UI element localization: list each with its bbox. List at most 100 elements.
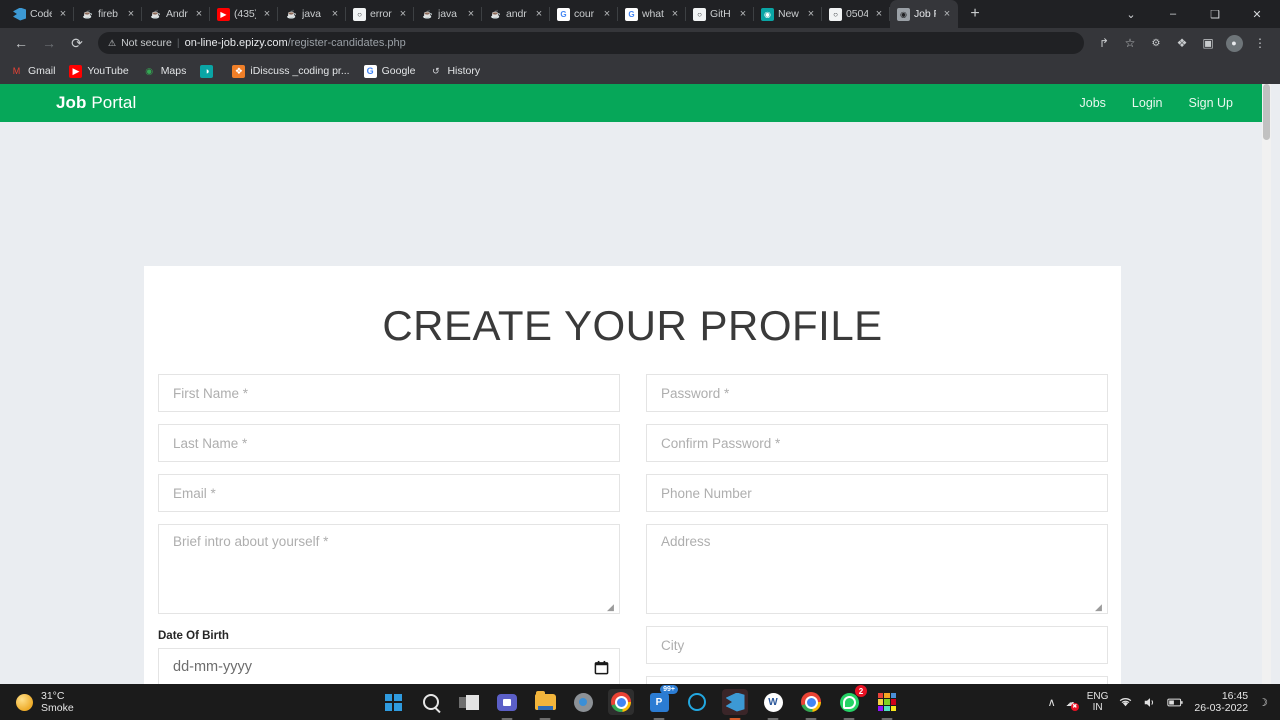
browser-tab[interactable]: Code × — [6, 0, 74, 28]
language-indicator[interactable]: ENG IN — [1087, 691, 1109, 713]
address-bar[interactable]: ⚠ Not secure | on-line-job.epizy.com/reg… — [98, 32, 1084, 54]
bookmark-google[interactable]: G Google — [363, 64, 415, 78]
bookmark-idiscuss[interactable]: ❖ iDiscuss _coding pr... — [232, 64, 350, 78]
browser-tab-active[interactable]: ◉ Job P × — [890, 0, 958, 28]
tab-close-icon[interactable]: × — [532, 7, 546, 21]
nav-link-login[interactable]: Login — [1132, 96, 1163, 110]
tab-close-icon[interactable]: × — [192, 7, 206, 21]
tray-expand-icon[interactable]: ∧ — [1048, 696, 1056, 709]
browser-menu-icon[interactable]: ⋮ — [1248, 31, 1272, 55]
photos-app[interactable] — [874, 689, 900, 715]
settings-app[interactable] — [570, 689, 596, 715]
browser-tab[interactable]: G what × — [618, 0, 686, 28]
browser-tab[interactable]: ○ 0504 × — [822, 0, 890, 28]
tab-close-icon[interactable]: × — [940, 7, 954, 21]
weather-condition: Smoke — [41, 702, 74, 714]
site-brand[interactable]: Job Portal — [56, 93, 136, 113]
profile-avatar[interactable]: ● — [1222, 31, 1246, 55]
battery-icon[interactable] — [1167, 697, 1184, 708]
tab-close-icon[interactable]: × — [124, 7, 138, 21]
file-explorer-app[interactable] — [532, 689, 558, 715]
bookmark-star-icon[interactable]: ☆ — [1118, 31, 1142, 55]
side-panel-icon[interactable]: ▣ — [1196, 31, 1220, 55]
tab-close-icon[interactable]: × — [668, 7, 682, 21]
email-input[interactable]: Email * — [158, 474, 620, 512]
browser-tab[interactable]: ◉ New × — [754, 0, 822, 28]
reload-button[interactable]: ⟳ — [64, 30, 90, 56]
browser-tab[interactable]: ☕ java × — [278, 0, 346, 28]
tab-close-icon[interactable]: × — [600, 7, 614, 21]
bookmark-youtube[interactable]: ▶ YouTube — [69, 64, 129, 78]
clock-widget[interactable]: 16:45 26-03-2022 — [1194, 690, 1248, 714]
nav-link-jobs[interactable]: Jobs — [1080, 96, 1106, 110]
start-button[interactable] — [380, 689, 406, 715]
chrome-app[interactable] — [608, 689, 634, 715]
close-window-button[interactable]: ✕ — [1236, 0, 1278, 28]
resize-handle-icon[interactable]: ◢ — [607, 602, 617, 612]
extensions-icon[interactable]: ❖ — [1170, 31, 1194, 55]
scrollbar-thumb[interactable] — [1263, 84, 1270, 140]
tab-close-icon[interactable]: × — [260, 7, 274, 21]
tab-close-icon[interactable]: × — [736, 7, 750, 21]
share-icon[interactable]: ↱ — [1092, 31, 1116, 55]
vscode-app[interactable] — [722, 689, 748, 715]
system-tray: ∧ ☁ ✖ ENG IN 16:45 26-03-2022 ☽ — [1048, 684, 1280, 720]
city-input[interactable]: City — [646, 626, 1108, 664]
nav-link-signup[interactable]: Sign Up — [1189, 96, 1233, 110]
dob-input[interactable]: dd-mm-yyyy — [158, 648, 620, 684]
browser-tab[interactable]: ☕ java × — [414, 0, 482, 28]
tab-close-icon[interactable]: × — [804, 7, 818, 21]
back-button[interactable]: ← — [8, 30, 34, 56]
browser-tab[interactable]: ☕ Andr × — [142, 0, 210, 28]
browser-tab[interactable]: ▶ (435) × — [210, 0, 278, 28]
task-view-button[interactable] — [456, 689, 482, 715]
browser-tab[interactable]: ○ error × — [346, 0, 414, 28]
maximize-button[interactable]: ❑ — [1194, 0, 1236, 28]
url-host: on-line-job.epizy.com — [184, 37, 288, 49]
weather-widget[interactable]: 31°C Smoke — [0, 690, 74, 714]
search-button[interactable] — [418, 689, 444, 715]
volume-icon[interactable] — [1143, 696, 1157, 709]
calendar-icon[interactable] — [594, 660, 609, 675]
powerpoint-app[interactable]: P 99+ — [646, 685, 678, 715]
new-tab-button[interactable]: + — [962, 1, 988, 27]
page-scrollbar[interactable]: ▲ — [1262, 84, 1271, 684]
bookmark-teal[interactable]: ◑ — [200, 64, 218, 78]
chrome-app-2[interactable] — [798, 689, 824, 715]
form-column-left: First Name * Last Name * Email * Brief i… — [158, 374, 620, 684]
tab-close-icon[interactable]: × — [396, 7, 410, 21]
phone-number-input[interactable]: Phone Number — [646, 474, 1108, 512]
browser-tab[interactable]: G cour × — [550, 0, 618, 28]
tab-close-icon[interactable]: × — [328, 7, 342, 21]
tab-search-icon[interactable]: ⌄ — [1110, 0, 1152, 28]
browser-tab[interactable]: ○ GitH × — [686, 0, 754, 28]
confirm-password-input[interactable]: Confirm Password * — [646, 424, 1108, 462]
tab-close-icon[interactable]: × — [464, 7, 478, 21]
bookmark-gmail[interactable]: M Gmail — [10, 65, 56, 78]
teams-app[interactable] — [494, 689, 520, 715]
intro-textarea[interactable]: Brief intro about yourself * ◢ — [158, 524, 620, 614]
whatsapp-app[interactable]: 2 — [836, 685, 867, 715]
minimize-button[interactable]: – — [1152, 0, 1194, 28]
browser-tab[interactable]: ☕ andr × — [482, 0, 550, 28]
puzzle-extension-icon[interactable]: ⚙ — [1144, 31, 1168, 55]
last-name-input[interactable]: Last Name * — [158, 424, 620, 462]
bookmark-history[interactable]: ↺ History — [429, 65, 480, 78]
password-input[interactable]: Password * — [646, 374, 1108, 412]
tab-close-icon[interactable]: × — [872, 7, 886, 21]
resize-handle-icon[interactable]: ◢ — [1095, 602, 1105, 612]
forward-button[interactable]: → — [36, 30, 62, 56]
browser-tab[interactable]: ☕ fireb × — [74, 0, 142, 28]
photos-grid-icon — [878, 693, 896, 711]
bookmark-maps[interactable]: ◉ Maps — [143, 65, 186, 78]
network-disconnected-icon[interactable]: ☁ ✖ — [1066, 696, 1079, 711]
tab-close-icon[interactable]: × — [56, 7, 70, 21]
state-input[interactable]: State — [646, 676, 1108, 684]
cortana-app[interactable] — [684, 689, 710, 715]
first-name-input[interactable]: First Name * — [158, 374, 620, 412]
address-textarea[interactable]: Address ◢ — [646, 524, 1108, 614]
wifi-icon[interactable] — [1118, 696, 1133, 708]
teams-icon — [497, 693, 517, 711]
word-app[interactable]: W — [760, 689, 786, 715]
notification-bell-icon[interactable]: ☽ — [1258, 696, 1268, 709]
